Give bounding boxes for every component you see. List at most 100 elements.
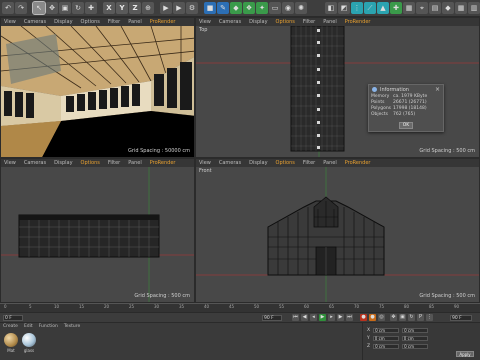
viewport-perspective[interactable]: View Cameras Display Options Filter Pane… [0, 17, 195, 158]
scale-icon[interactable]: ▣ [59, 2, 71, 14]
scale-key-icon[interactable]: ▣ [399, 314, 406, 321]
menu-view[interactable]: View [4, 159, 16, 167]
size-x-field[interactable]: 0 cm [402, 328, 429, 333]
pen-icon[interactable]: ✎ [217, 2, 229, 14]
record-icon[interactable]: ● [360, 314, 367, 321]
menu-cameras[interactable]: Cameras [24, 18, 46, 26]
polygons-mode-icon[interactable]: ▲ [377, 2, 389, 14]
grid-spacing-label: Grid Spacing : 50000 cm [128, 148, 190, 154]
menu-panel[interactable]: Panel [323, 159, 337, 167]
menu-panel[interactable]: Panel [128, 18, 142, 26]
pos-y-field[interactable]: 0 cm [372, 336, 399, 341]
menu-filter[interactable]: Filter [303, 159, 315, 167]
menu-cameras[interactable]: Cameras [219, 159, 241, 167]
menu-options[interactable]: Options [276, 159, 295, 167]
mat-menu-create[interactable]: Create [3, 323, 18, 330]
axis-y-button[interactable]: Y [116, 2, 128, 14]
menu-filter[interactable]: Filter [303, 18, 315, 26]
make-editable-icon[interactable]: ◧ [325, 2, 337, 14]
subdivision-icon[interactable]: ◆ [230, 2, 242, 14]
render-settings-icon[interactable]: ⚙ [186, 2, 198, 14]
camera-icon[interactable]: ◉ [282, 2, 294, 14]
rotation-key-icon[interactable]: ↻ [408, 314, 415, 321]
axis-mode-icon[interactable]: ✚ [390, 2, 402, 14]
edges-mode-icon[interactable]: ⟋ [364, 2, 376, 14]
world-coord-icon[interactable]: ⊕ [142, 2, 154, 14]
render-view-icon[interactable]: ▶ [160, 2, 172, 14]
pos-x-field[interactable]: 0 cm [373, 328, 400, 333]
deformer-icon[interactable]: ✦ [256, 2, 268, 14]
texture-mode-icon[interactable]: ▦ [403, 2, 415, 14]
rotate-icon[interactable]: ↻ [72, 2, 84, 14]
menu-prorender[interactable]: ProRender [150, 18, 176, 26]
goto-end-icon[interactable]: ⏭ [346, 314, 353, 321]
workplane-icon[interactable]: ▤ [429, 2, 441, 14]
menu-cameras[interactable]: Cameras [219, 18, 241, 26]
menu-display[interactable]: Display [54, 18, 72, 26]
timeline-ruler[interactable]: 0 5 10 15 20 25 30 35 40 45 50 55 60 65 … [0, 303, 480, 312]
floor-icon[interactable]: ▭ [269, 2, 281, 14]
axis-z-button[interactable]: Z [129, 2, 141, 14]
next-key-icon[interactable]: ▶ [337, 314, 344, 321]
menu-options[interactable]: Options [276, 18, 295, 26]
model-mode-icon[interactable]: ◩ [338, 2, 350, 14]
menu-view[interactable]: View [4, 18, 16, 26]
end-frame-field[interactable]: 90 F [450, 314, 472, 321]
light-icon[interactable]: ✺ [295, 2, 307, 14]
menu-display[interactable]: Display [249, 159, 267, 167]
material-swatch[interactable]: glass [21, 333, 37, 353]
ok-button[interactable]: OK [399, 122, 413, 129]
snap-icon[interactable]: ⌖ [416, 2, 428, 14]
mat-menu-texture[interactable]: Texture [64, 323, 80, 330]
menu-prorender[interactable]: ProRender [345, 159, 371, 167]
undo-icon[interactable]: ↶ [2, 2, 14, 14]
menu-prorender[interactable]: ProRender [150, 159, 176, 167]
prev-key-icon[interactable]: ◀ [301, 314, 308, 321]
axis-x-button[interactable]: X [103, 2, 115, 14]
render-region-icon[interactable]: ▶ [173, 2, 185, 14]
apply-button[interactable]: Apply [456, 351, 474, 357]
viewport-right[interactable]: View Cameras Display Options Filter Pane… [0, 158, 195, 303]
menu-prorender[interactable]: ProRender [345, 18, 371, 26]
goto-start-icon[interactable]: ⏮ [292, 314, 299, 321]
menu-panel[interactable]: Panel [128, 159, 142, 167]
close-icon[interactable]: × [435, 86, 440, 93]
position-key-icon[interactable]: ✥ [390, 314, 397, 321]
grid-icon[interactable]: ▦ [455, 2, 467, 14]
redo-icon[interactable]: ↷ [15, 2, 27, 14]
keyframe-selection-icon[interactable]: ◎ [378, 314, 385, 321]
material-swatch[interactable]: Mat [3, 333, 19, 353]
viewport-front[interactable]: View Cameras Display Options Filter Pane… [195, 158, 480, 303]
lock-icon[interactable]: ◆ [442, 2, 454, 14]
mat-menu-function[interactable]: Function [39, 323, 58, 330]
recent-tool-icon[interactable]: ✚ [85, 2, 97, 14]
points-mode-icon[interactable]: ⋮ [351, 2, 363, 14]
point-level-icon[interactable]: ⋮ [426, 314, 433, 321]
menu-display[interactable]: Display [54, 159, 72, 167]
start-frame-field[interactable]: 0 F [3, 314, 23, 321]
menu-filter[interactable]: Filter [108, 18, 120, 26]
prev-frame-icon[interactable]: ◂ [310, 314, 317, 321]
param-key-icon[interactable]: P [417, 314, 424, 321]
current-frame-field[interactable]: 90 F [262, 314, 282, 321]
menu-cameras[interactable]: Cameras [24, 159, 46, 167]
next-frame-icon[interactable]: ▸ [328, 314, 335, 321]
autokey-icon[interactable]: ● [369, 314, 376, 321]
menu-display[interactable]: Display [249, 18, 267, 26]
menu-options[interactable]: Options [81, 18, 100, 26]
menu-options[interactable]: Options [81, 159, 100, 167]
pos-z-field[interactable]: 0 cm [373, 344, 400, 349]
size-y-field[interactable]: 0 cm [401, 336, 428, 341]
layout-icon[interactable]: ▥ [468, 2, 480, 14]
play-icon[interactable]: ▶ [319, 314, 326, 321]
menu-filter[interactable]: Filter [108, 159, 120, 167]
menu-view[interactable]: View [199, 159, 211, 167]
menu-panel[interactable]: Panel [323, 18, 337, 26]
size-z-field[interactable]: 0 cm [402, 344, 429, 349]
live-select-icon[interactable]: ↖ [32, 1, 46, 15]
move-icon[interactable]: ✥ [46, 2, 58, 14]
array-icon[interactable]: ❖ [243, 2, 255, 14]
mat-menu-edit[interactable]: Edit [24, 323, 33, 330]
menu-view[interactable]: View [199, 18, 211, 26]
cube-icon[interactable]: ■ [204, 2, 216, 14]
